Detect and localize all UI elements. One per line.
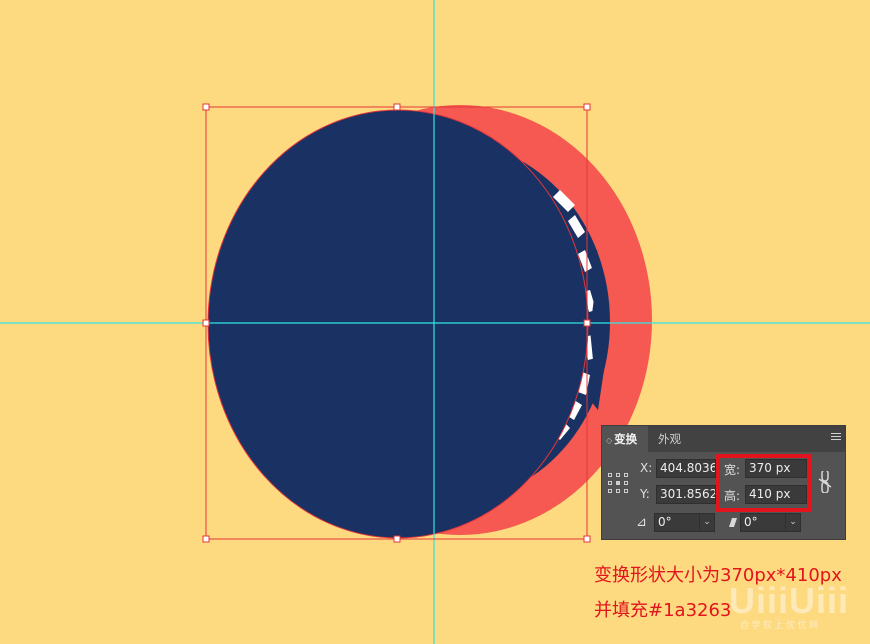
annotation-line-2: 并填充#1a3263 (594, 600, 732, 621)
width-height-highlight (716, 454, 812, 512)
handle-bottom-left (202, 535, 210, 543)
handle-top-right (583, 103, 591, 111)
y-field[interactable]: 301.8562 (656, 485, 716, 504)
tab-appearance-label: 外观 (658, 432, 681, 446)
collapse-arrows-icon[interactable]: ◇ (606, 436, 612, 445)
watermark-logo: UiiiUiii (729, 580, 850, 621)
reference-point-icon[interactable] (608, 473, 628, 493)
handle-bottom-center (393, 535, 401, 543)
handle-middle-left (202, 319, 210, 327)
main-navy-circle[interactable] (207, 109, 589, 539)
panel-menu-icon[interactable] (831, 433, 841, 443)
tab-transform-label: 变换 (614, 432, 638, 446)
constrain-proportions-icon[interactable] (817, 471, 833, 493)
artboard-canvas (0, 0, 870, 644)
shear-field[interactable]: 0° (740, 513, 786, 532)
rotate-field[interactable]: 0° (654, 513, 700, 532)
handle-top-left (202, 103, 210, 111)
watermark-tagline: 自 学 就 上 优 优 网 (740, 620, 819, 630)
panel-tab-bar: ◇ 变换 外观 (602, 426, 845, 452)
y-label: Y: (640, 487, 650, 501)
rotate-dropdown-chevron-icon[interactable]: ⌄ (699, 513, 715, 532)
tab-appearance[interactable]: 外观 (652, 426, 692, 452)
x-field[interactable]: 404.8036 (656, 459, 716, 478)
handle-middle-right (583, 319, 591, 327)
tab-transform[interactable]: ◇ 变换 (602, 426, 648, 452)
x-label: X: (640, 461, 653, 475)
handle-top-center (393, 103, 401, 111)
handle-bottom-right (583, 535, 591, 543)
shear-icon (729, 518, 737, 527)
shear-dropdown-chevron-icon[interactable]: ⌄ (785, 513, 801, 532)
rotate-angle-icon: ⊿ (636, 515, 647, 530)
